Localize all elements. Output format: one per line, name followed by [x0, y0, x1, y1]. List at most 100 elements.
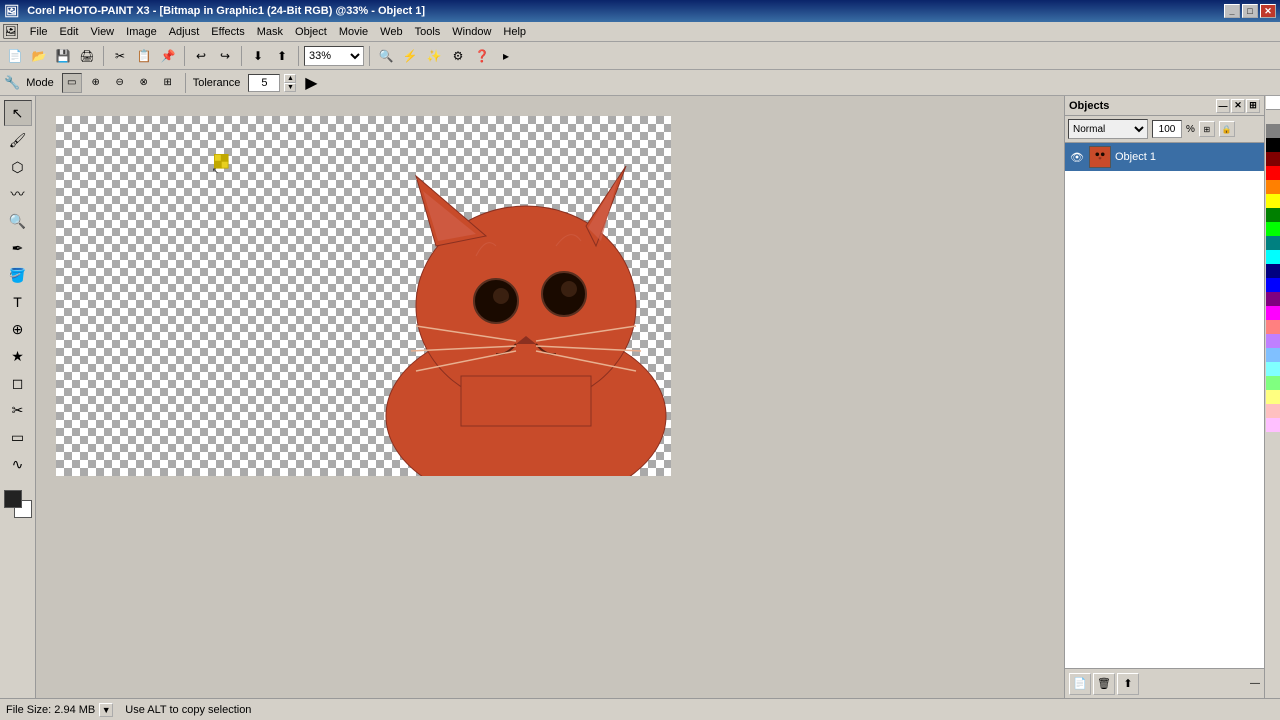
paste-button[interactable]: 📌	[157, 45, 179, 67]
mode-label: Mode	[26, 77, 54, 89]
menu-image[interactable]: Image	[120, 24, 163, 40]
color-mode-button[interactable]: ⚡	[399, 45, 421, 67]
mask-rect-tool[interactable]: ▭	[4, 424, 32, 450]
eyedropper-tool-btn[interactable]: ✒	[4, 235, 32, 261]
mode-xor-button[interactable]: ⊗	[134, 73, 154, 93]
merge-button[interactable]: ⊞	[1199, 121, 1215, 137]
canvas-area[interactable]: ↖	[36, 96, 1064, 698]
help-button[interactable]: ❓	[471, 45, 493, 67]
import-button[interactable]: ⬇	[247, 45, 269, 67]
menu-mask[interactable]: Mask	[251, 24, 289, 40]
reset-button[interactable]: ▶	[300, 72, 322, 94]
options-button[interactable]: ⚙	[447, 45, 469, 67]
undo-button[interactable]: ↩	[190, 45, 212, 67]
clone-tool-btn[interactable]: ⊕	[4, 316, 32, 342]
menu-tools[interactable]: Tools	[409, 24, 447, 40]
tolerance-down[interactable]: ▼	[284, 83, 296, 92]
palette-pink[interactable]	[1266, 404, 1280, 418]
crop-tool-btn[interactable]: ✂	[4, 397, 32, 423]
tolerance-up[interactable]: ▲	[284, 74, 296, 83]
menu-view[interactable]: View	[84, 24, 120, 40]
move-up-button[interactable]: ⬆	[1117, 673, 1139, 695]
palette-red[interactable]	[1266, 166, 1280, 180]
palette-green[interactable]	[1266, 222, 1280, 236]
zoom-tool-btn[interactable]: 🔍	[4, 208, 32, 234]
palette-violet[interactable]	[1266, 334, 1280, 348]
close-button[interactable]: ✕	[1260, 4, 1276, 18]
panel-close-button[interactable]: ✕	[1231, 99, 1245, 113]
palette-magenta[interactable]	[1266, 306, 1280, 320]
menu-adjust[interactable]: Adjust	[163, 24, 206, 40]
lock-button[interactable]: 🔒	[1219, 121, 1235, 137]
palette-orange[interactable]	[1266, 180, 1280, 194]
tolerance-spinner[interactable]: ▲ ▼	[284, 74, 296, 92]
minimize-button[interactable]: _	[1224, 4, 1240, 18]
save-button[interactable]: 💾	[52, 45, 74, 67]
extra-button[interactable]: ▸	[495, 45, 517, 67]
shape-tool-btn[interactable]: ⬡	[4, 154, 32, 180]
palette-navy[interactable]	[1266, 264, 1280, 278]
print-button[interactable]: 🖨	[76, 45, 98, 67]
palette-ltcyan[interactable]	[1266, 362, 1280, 376]
status-dropdown[interactable]: ▼	[99, 703, 113, 717]
palette-cyan[interactable]	[1266, 250, 1280, 264]
effect-tool-btn[interactable]: ★	[4, 343, 32, 369]
palette-black[interactable]	[1266, 138, 1280, 152]
panel-rollup-button[interactable]: —	[1216, 99, 1230, 113]
copy-button[interactable]: 📋	[133, 45, 155, 67]
redo-button[interactable]: ↪	[214, 45, 236, 67]
menu-effects[interactable]: Effects	[205, 24, 250, 40]
palette-purple[interactable]	[1266, 292, 1280, 306]
object-row-1[interactable]: 👁 Object 1	[1065, 143, 1264, 171]
palette-lgray[interactable]	[1266, 110, 1280, 124]
menu-web[interactable]: Web	[374, 24, 408, 40]
new-button[interactable]: 📄	[4, 45, 26, 67]
palette-ltgreen[interactable]	[1266, 376, 1280, 390]
foreground-color[interactable]	[4, 490, 22, 508]
mode-normal-button[interactable]: ▭	[62, 73, 82, 93]
effects-button[interactable]: ✨	[423, 45, 445, 67]
palette-teal[interactable]	[1266, 236, 1280, 250]
eraser-tool-btn[interactable]: ◻	[4, 370, 32, 396]
mask-freehand-tool[interactable]: ∿	[4, 451, 32, 477]
menu-edit[interactable]: Edit	[54, 24, 85, 40]
mode-additive-button[interactable]: ⊕	[86, 73, 106, 93]
palette-blue[interactable]	[1266, 278, 1280, 292]
zoom-in-button[interactable]: 🔍	[375, 45, 397, 67]
delete-object-button[interactable]: 🗑	[1093, 673, 1115, 695]
color-swatches[interactable]	[4, 490, 32, 518]
palette-yellow[interactable]	[1266, 194, 1280, 208]
menu-object[interactable]: Object	[289, 24, 333, 40]
add-object-button[interactable]: 📄	[1069, 673, 1091, 695]
palette-ltpurple[interactable]	[1266, 418, 1280, 432]
menu-file[interactable]: File	[24, 24, 54, 40]
menu-movie[interactable]: Movie	[333, 24, 374, 40]
smear-tool[interactable]: 〰	[4, 181, 32, 207]
canvas-scroll: ↖	[36, 96, 1064, 596]
palette-gray[interactable]	[1266, 124, 1280, 138]
cut-button[interactable]: ✂	[109, 45, 131, 67]
open-button[interactable]: 📂	[28, 45, 50, 67]
fill-tool-btn[interactable]: 🪣	[4, 262, 32, 288]
text-tool-btn[interactable]: T	[4, 289, 32, 315]
panel-menu-button[interactable]: ⊞	[1246, 99, 1260, 113]
palette-white[interactable]	[1266, 96, 1280, 110]
paint-brush-tool[interactable]: 🖌	[4, 127, 32, 153]
arrow-tool[interactable]: ↖	[4, 100, 32, 126]
mode-subtractive-button[interactable]: ⊖	[110, 73, 130, 93]
export-button[interactable]: ⬆	[271, 45, 293, 67]
opacity-input[interactable]	[1152, 120, 1182, 138]
restore-button[interactable]: □	[1242, 4, 1258, 18]
blend-mode-select[interactable]: Normal Multiply Screen	[1068, 119, 1148, 139]
palette-ltblue[interactable]	[1266, 348, 1280, 362]
menu-window[interactable]: Window	[446, 24, 497, 40]
tolerance-input[interactable]: 5	[248, 74, 280, 92]
mode-overlap-button[interactable]: ⊞	[158, 73, 178, 93]
eye-icon[interactable]: 👁	[1069, 149, 1085, 165]
zoom-select[interactable]: 25% 33% 50% 75% 100% 200%	[304, 46, 364, 66]
palette-ltyellow[interactable]	[1266, 390, 1280, 404]
palette-salmon[interactable]	[1266, 320, 1280, 334]
palette-darkred[interactable]	[1266, 152, 1280, 166]
menu-help[interactable]: Help	[497, 24, 532, 40]
palette-darkgreen[interactable]	[1266, 208, 1280, 222]
